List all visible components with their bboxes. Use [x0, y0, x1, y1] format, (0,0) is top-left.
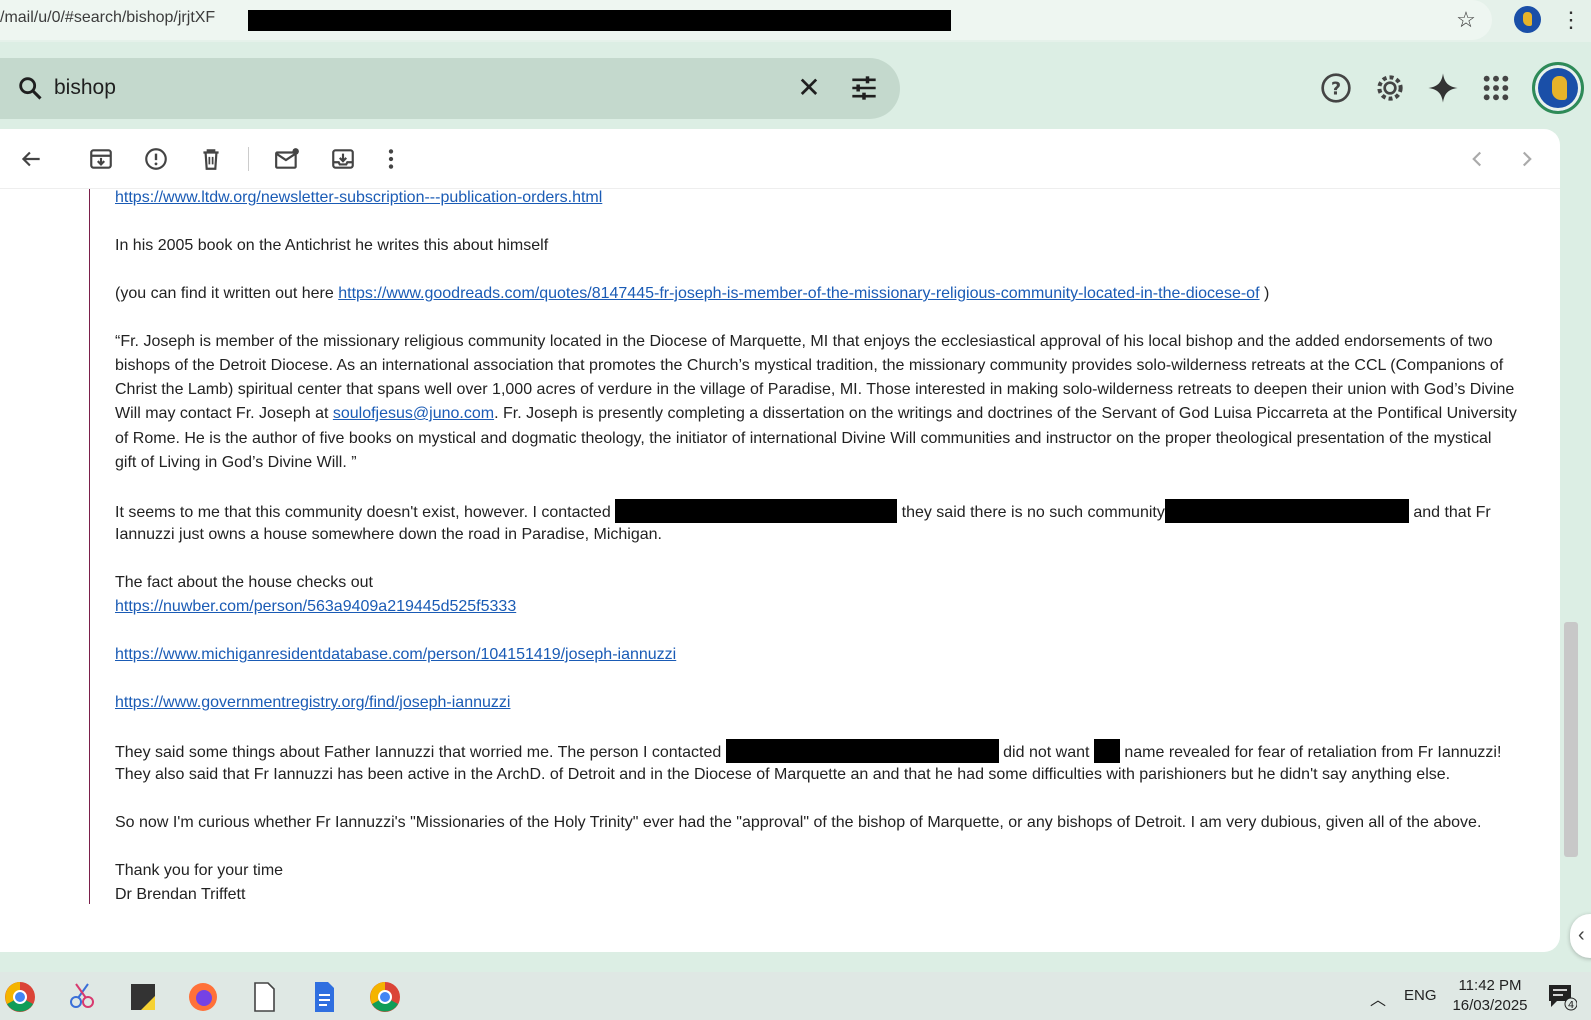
help-icon[interactable]: ?	[1320, 72, 1352, 104]
browser-menu-icon[interactable]: ⋮	[1560, 6, 1582, 34]
paragraph-worries: They said some things about Father Iannu…	[115, 739, 1501, 766]
address-bar[interactable]: /mail/u/0/#search/bishop/jrjtXF	[0, 0, 1492, 40]
scrollbar-thumb[interactable]	[1564, 622, 1578, 857]
archive-icon[interactable]	[88, 146, 114, 172]
clear-search-icon[interactable]: ✕	[795, 74, 823, 102]
paragraph-community-doubt: It seems to me that this community doesn…	[115, 499, 1491, 526]
mark-unread-icon[interactable]	[274, 146, 300, 172]
tray-chevron-up-icon[interactable]: ︿	[1370, 986, 1386, 1010]
quote-line-4: Will may contact Fr. Joseph at soulofjes…	[115, 405, 1517, 422]
chrome-app-icon[interactable]	[0, 978, 40, 1016]
back-arrow-icon[interactable]	[18, 146, 44, 172]
redacted-block	[615, 499, 898, 523]
report-spam-icon[interactable]	[143, 146, 169, 172]
chevron-left-icon: ‹	[1578, 924, 1585, 946]
paragraph-house: The fact about the house checks out	[115, 574, 373, 591]
quote-line-5: of Rome. He is the author of five books …	[115, 430, 1492, 447]
older-chevron-right-icon[interactable]	[1514, 146, 1540, 172]
quote-line-2: bishops of the Detroit Diocese. As an in…	[115, 357, 1504, 374]
goodreads-link[interactable]: https://www.goodreads.com/quotes/8147445…	[338, 285, 1259, 302]
apps-grid-icon[interactable]	[1480, 72, 1512, 104]
clock-time: 11:42 PM	[1458, 977, 1522, 994]
toolbar-divider	[248, 147, 249, 171]
quote-line-1: “Fr. Joseph is member of the missionary …	[115, 333, 1493, 350]
email-address-link[interactable]: soulofjesus@juno.com	[333, 405, 494, 422]
search-icon[interactable]	[16, 74, 44, 102]
side-panel-toggle[interactable]: ‹	[1570, 914, 1591, 958]
paragraph-worries-line2: They also said that Fr Iannuzzi has been…	[115, 766, 1451, 783]
more-options-icon[interactable]	[378, 146, 404, 172]
clock[interactable]: 11:42 PM 16/03/2025	[1450, 976, 1530, 1016]
chrome-profile-app-icon[interactable]	[365, 978, 405, 1016]
settings-gear-icon[interactable]	[1374, 72, 1406, 104]
michigan-resident-link[interactable]: https://www.michiganresidentdatabase.com…	[115, 646, 676, 663]
paragraph-curious: So now I'm curious whether Fr Iannuzzi's…	[115, 814, 1482, 831]
svg-text:?: ?	[1331, 80, 1341, 100]
signature-name: Dr Brendan Triffett	[115, 886, 246, 903]
bookmark-star-icon[interactable]: ☆	[1452, 6, 1480, 34]
move-to-icon[interactable]	[330, 146, 356, 172]
newer-chevron-left-icon[interactable]	[1464, 146, 1490, 172]
snipping-tool-icon[interactable]	[62, 978, 102, 1016]
redacted-block	[1093, 739, 1120, 763]
redacted-block	[1164, 499, 1409, 523]
redacted-block	[725, 739, 999, 763]
gemini-sparkle-icon[interactable]	[1427, 72, 1459, 104]
firefox-icon[interactable]	[183, 978, 223, 1016]
paragraph-antichrist-book: In his 2005 book on the Antichrist he wr…	[115, 237, 549, 254]
quote-line-6: gift of Living in God’s Divine Will. ”	[115, 454, 357, 471]
clock-date: 16/03/2025	[1452, 997, 1528, 1014]
signoff-line: Thank you for your time	[115, 862, 284, 879]
quote-line-3: Christ the Lamb) spiritual center that s…	[115, 381, 1515, 398]
file-icon[interactable]	[244, 978, 284, 1016]
redacted-url-block	[248, 10, 951, 31]
sticky-notes-icon[interactable]	[123, 978, 163, 1016]
windows-taskbar: ︿ ENG 11:42 PM 16/03/2025 4	[0, 972, 1591, 1020]
search-input[interactable]	[54, 76, 654, 100]
input-language[interactable]: ENG	[1404, 987, 1437, 1004]
word-docs-icon[interactable]	[304, 978, 344, 1016]
government-registry-link[interactable]: https://www.governmentregistry.org/find/…	[115, 694, 510, 711]
delete-trash-icon[interactable]	[198, 146, 224, 172]
notification-count: 4	[1568, 1000, 1574, 1011]
ltdw-newsletter-link[interactable]: https://www.ltdw.org/newsletter-subscrip…	[115, 189, 602, 206]
message-view: https://www.ltdw.org/newsletter-subscrip…	[0, 129, 1560, 952]
paragraph-goodreads: (you can find it written out here https:…	[115, 285, 1270, 302]
nuwber-link[interactable]: https://nuwber.com/person/563a9409a21944…	[115, 598, 516, 615]
account-avatar[interactable]	[1532, 62, 1584, 114]
browser-profile-avatar[interactable]	[1514, 6, 1541, 33]
browser-url-bar: /mail/u/0/#search/bishop/jrjtXF ☆ ⋮	[0, 0, 1591, 42]
paragraph-community-doubt-line2: Iannuzzi just owns a house somewhere dow…	[115, 526, 662, 543]
message-toolbar	[0, 129, 1560, 189]
search-options-icon[interactable]	[850, 74, 878, 102]
search-bar: ✕	[0, 58, 900, 119]
notification-center-icon[interactable]: 4	[1545, 980, 1577, 1012]
quoted-email-body: https://www.ltdw.org/newsletter-subscrip…	[89, 189, 1549, 904]
url-text[interactable]: /mail/u/0/#search/bishop/jrjtXF	[0, 9, 215, 27]
